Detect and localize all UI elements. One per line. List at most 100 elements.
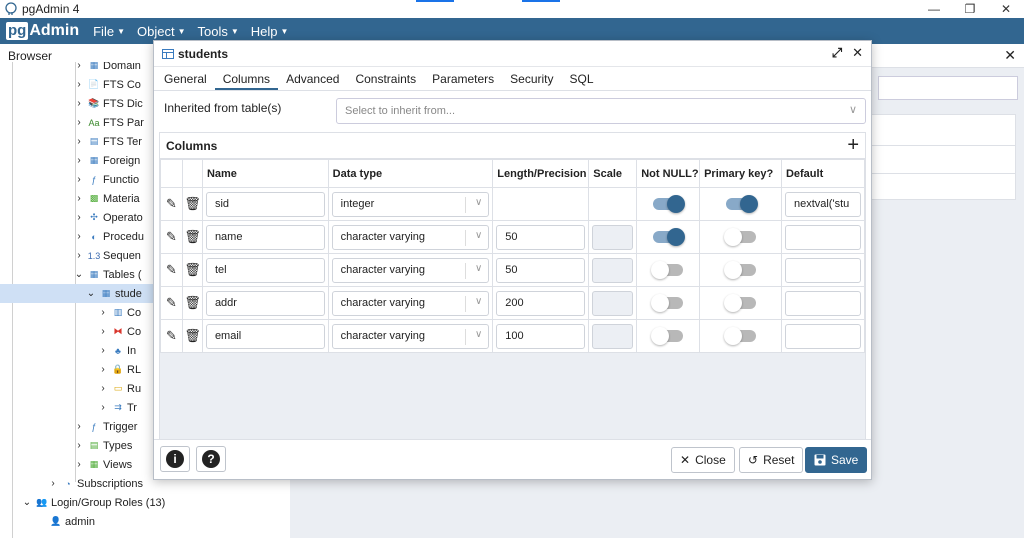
edit-row-button[interactable]: ✎ [160, 286, 183, 320]
not-null-toggle[interactable] [653, 195, 686, 213]
menu-file[interactable]: File ▼ [93, 24, 125, 39]
menu-help[interactable]: Help ▼ [251, 24, 289, 39]
edit-row-button[interactable]: ✎ [160, 187, 183, 221]
chevron-right-icon[interactable]: › [98, 326, 108, 337]
inherit-select[interactable]: Select to inherit from... ∨ [336, 98, 866, 124]
length-input[interactable]: 100 [496, 323, 586, 349]
table-icon [162, 48, 174, 59]
restore-button[interactable]: ❐ [952, 0, 988, 18]
tab-security[interactable]: Security [502, 67, 561, 90]
chevron-right-icon[interactable]: › [74, 79, 84, 90]
default-input[interactable] [784, 290, 861, 316]
tab-columns[interactable]: Columns [214, 67, 279, 90]
chevron-right-icon[interactable]: › [74, 155, 84, 166]
tree-item[interactable]: ⌄ 👥 Login/Group Roles (13) [0, 493, 290, 512]
reset-button[interactable]: ↺ Reset [739, 447, 804, 473]
tab-parameters[interactable]: Parameters [424, 67, 502, 90]
tab-general[interactable]: General [156, 67, 215, 90]
chevron-right-icon[interactable]: › [74, 174, 84, 185]
chevron-right-icon[interactable]: › [98, 383, 108, 394]
column-name-input[interactable]: addr [205, 290, 325, 316]
info-button[interactable]: i [160, 446, 190, 472]
chevron-down-icon: ▼ [117, 26, 125, 36]
menu-tools[interactable]: Tools ▼ [197, 24, 238, 39]
dialog-close-icon[interactable]: ✕ [852, 45, 863, 61]
tab-sql[interactable]: SQL [562, 67, 602, 90]
delete-row-button[interactable]: 🗑 [181, 286, 203, 320]
chevron-right-icon[interactable]: › [74, 117, 84, 128]
chevron-right-icon[interactable]: › [74, 440, 84, 451]
tree-item[interactable]: 👤 admin [0, 512, 290, 531]
column-name-input[interactable]: tel [205, 257, 325, 283]
window-close-button[interactable]: ✕ [988, 0, 1024, 18]
chevron-down-icon[interactable]: ⌄ [74, 269, 84, 280]
chevron-down-icon[interactable]: ⌄ [22, 497, 32, 508]
data-type-select[interactable]: character varying ∨ [331, 257, 490, 283]
chevron-right-icon[interactable]: › [98, 307, 108, 318]
chevron-right-icon[interactable]: › [98, 345, 108, 356]
scale-input[interactable] [592, 224, 634, 250]
scale-input[interactable] [592, 323, 634, 349]
column-name-input[interactable]: name [205, 224, 325, 250]
length-input[interactable]: 200 [496, 290, 586, 316]
not-null-toggle[interactable] [653, 228, 686, 246]
minimize-button[interactable]: — [916, 0, 952, 18]
add-column-button[interactable]: + [847, 134, 859, 156]
save-button[interactable]: Save [805, 447, 868, 473]
tree-item-label: stude [115, 287, 142, 300]
delete-row-button[interactable]: 🗑 [181, 253, 203, 287]
chevron-right-icon[interactable]: › [98, 364, 108, 375]
chevron-right-icon[interactable]: › [74, 62, 84, 71]
chevron-right-icon[interactable]: › [74, 193, 84, 204]
maximize-icon[interactable]: ⤢ [832, 45, 842, 61]
default-input[interactable]: nextval('stu [784, 191, 861, 217]
chevron-right-icon[interactable]: › [74, 231, 84, 242]
chevron-right-icon[interactable]: › [74, 459, 84, 470]
length-input[interactable]: 50 [496, 224, 586, 250]
close-button[interactable]: ✕ Close [671, 447, 735, 473]
chevron-right-icon[interactable]: › [48, 478, 58, 489]
not-null-toggle[interactable] [651, 261, 684, 279]
edit-row-button[interactable]: ✎ [160, 319, 183, 353]
chevron-right-icon[interactable]: › [74, 421, 84, 432]
dialog-footer: i ? ✕ Close ↺ Reset Save [154, 439, 871, 479]
tab-advanced[interactable]: Advanced [278, 67, 347, 90]
role-user-icon: 👤 [50, 516, 62, 526]
chevron-down-icon: ∨ [474, 328, 483, 340]
default-input[interactable] [784, 257, 861, 283]
help-button[interactable]: ? [196, 446, 226, 472]
scale-input[interactable] [592, 290, 634, 316]
length-input[interactable]: 50 [496, 257, 586, 283]
tab-constraints[interactable]: Constraints [347, 67, 424, 90]
delete-row-button[interactable]: 🗑 [181, 319, 203, 353]
delete-row-button[interactable]: 🗑 [181, 187, 203, 221]
menu-object[interactable]: Object ▼ [137, 24, 186, 39]
not-null-toggle[interactable] [651, 294, 684, 312]
default-input[interactable] [784, 323, 861, 349]
primary-key-toggle[interactable] [723, 261, 756, 279]
panel-close-icon[interactable]: ✕ [1004, 47, 1016, 64]
primary-key-toggle[interactable] [723, 228, 756, 246]
not-null-toggle[interactable] [651, 327, 684, 345]
chevron-right-icon[interactable]: › [74, 212, 84, 223]
chevron-right-icon[interactable]: › [74, 98, 84, 109]
primary-key-toggle[interactable] [725, 195, 758, 213]
column-name-input[interactable]: sid [205, 191, 325, 217]
primary-key-toggle[interactable] [723, 327, 756, 345]
data-type-select[interactable]: character varying ∨ [331, 323, 490, 349]
chevron-right-icon[interactable]: › [98, 402, 108, 413]
data-type-select[interactable]: character varying ∨ [331, 224, 490, 250]
scale-input[interactable] [592, 257, 634, 283]
edit-row-button[interactable]: ✎ [160, 220, 183, 254]
data-type-select[interactable]: character varying ∨ [331, 290, 490, 316]
edit-row-button[interactable]: ✎ [160, 253, 183, 287]
default-input[interactable] [784, 224, 861, 250]
primary-key-toggle[interactable] [723, 294, 756, 312]
data-type-select[interactable]: integer ∨ [331, 191, 490, 217]
chevron-right-icon[interactable]: › [74, 136, 84, 147]
chevron-down-icon[interactable]: ⌄ [86, 288, 96, 299]
delete-row-button[interactable]: 🗑 [181, 220, 203, 254]
types-icon: ▤ [89, 440, 99, 450]
chevron-right-icon[interactable]: › [74, 250, 84, 261]
column-name-input[interactable]: email [205, 323, 325, 349]
